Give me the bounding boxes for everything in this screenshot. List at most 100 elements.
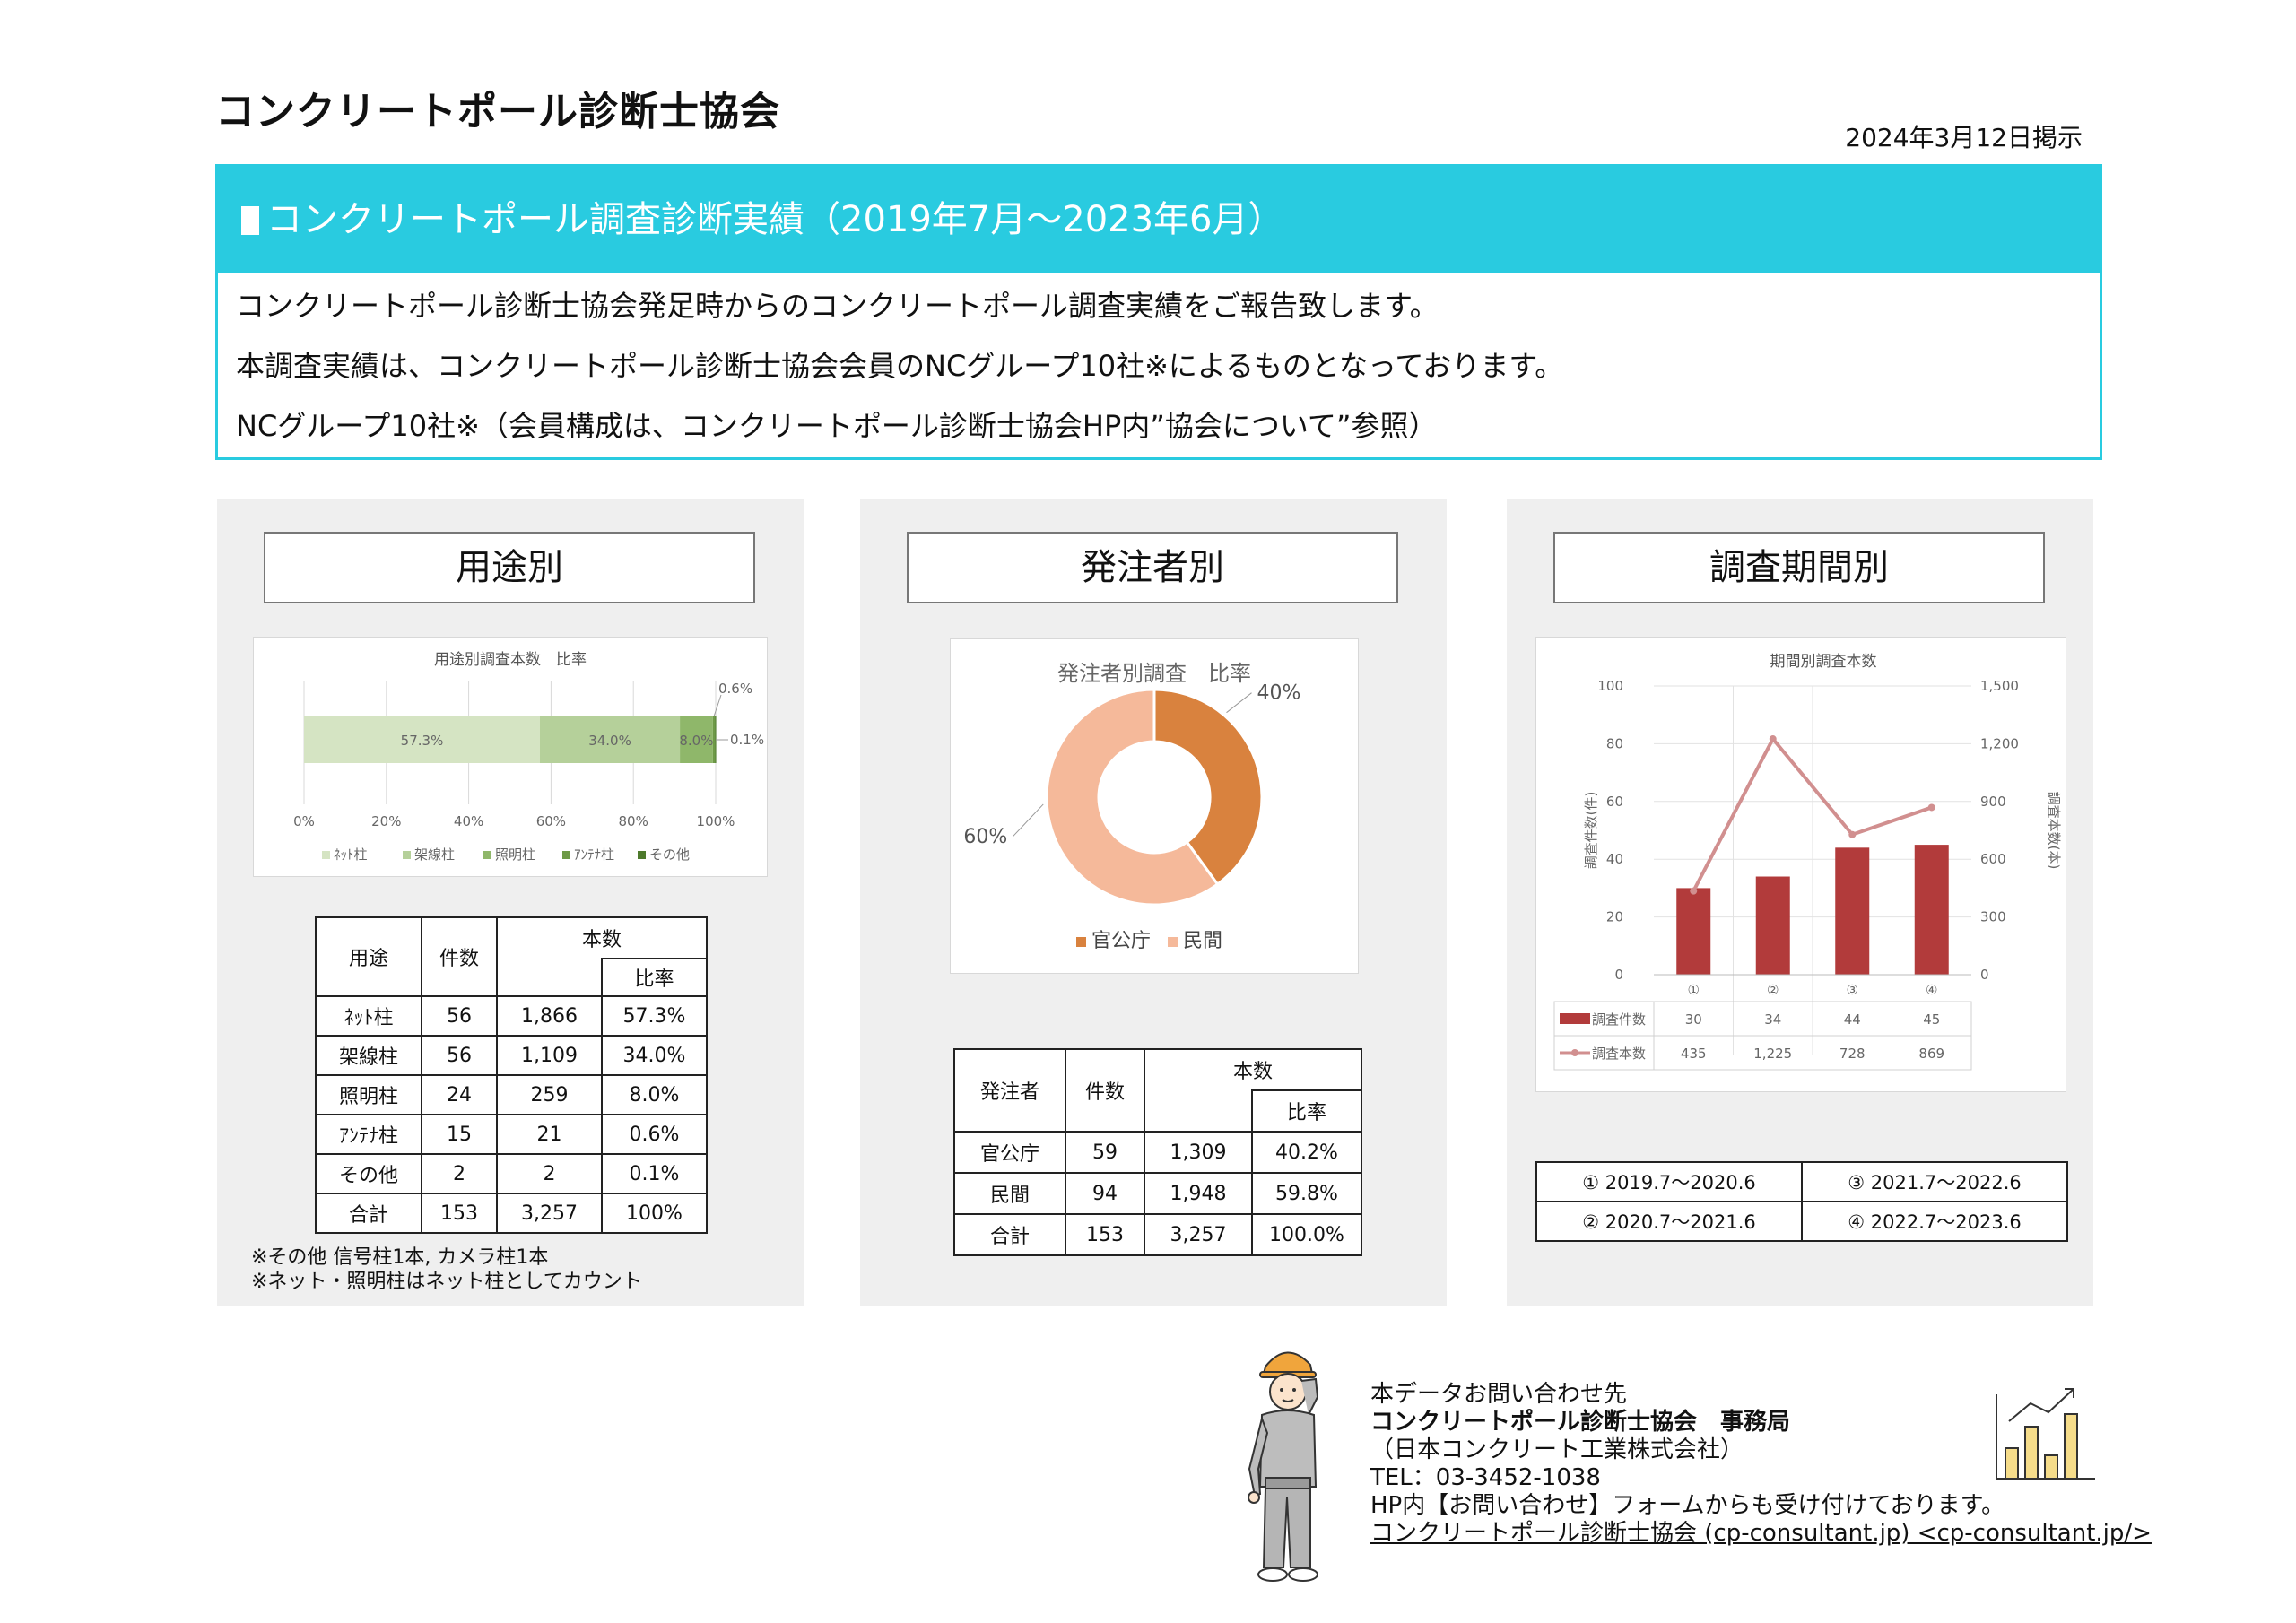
- use-cell-name: ｱﾝﾃﾅ柱: [315, 1114, 422, 1155]
- use-cell-ratio: 0.1%: [601, 1153, 708, 1194]
- donut-leader-line: [1226, 692, 1252, 714]
- use-cell-count: 56: [421, 995, 498, 1037]
- combo-bar: [1835, 847, 1870, 975]
- combo-legend-label: 調査本数: [1592, 1046, 1646, 1062]
- use-bar-label: 34.0%: [588, 733, 631, 749]
- use-legend-swatch: [562, 851, 570, 859]
- use-chart-title: 用途別調査本数 比率: [434, 651, 587, 669]
- th-count: 件数: [421, 916, 498, 997]
- period-legend-table: ① 2019.7～2020.6 ③ 2021.7～2022.6 ② 2020.7…: [1535, 1161, 2068, 1242]
- period-1: ① 2019.7～2020.6: [1535, 1161, 1803, 1202]
- th-poles-2: 本数: [1144, 1048, 1362, 1090]
- use-cell-ratio: 100%: [601, 1193, 708, 1234]
- orderer-chart-card: 発注者別調査 比率 40% 60% 官公庁 民間: [950, 638, 1359, 974]
- combo-y2-tick: 900: [1980, 794, 2006, 810]
- use-cell-count: 56: [421, 1035, 498, 1076]
- use-x-tick: 0%: [293, 813, 315, 829]
- use-legend-swatch: [638, 851, 646, 859]
- combo-data-value: 435: [1681, 1046, 1707, 1062]
- ord-row: 合計 153 3,257 100.0%: [953, 1213, 1362, 1256]
- use-cell-ratio: 0.6%: [601, 1114, 708, 1155]
- use-cell-ratio: 8.0%: [601, 1074, 708, 1115]
- use-cell-poles: 3,257: [496, 1193, 603, 1234]
- use-cell-poles: 1,866: [496, 995, 603, 1037]
- combo-data-value: 1,225: [1753, 1046, 1792, 1062]
- ord-row: 民間 94 1,948 59.8%: [953, 1172, 1362, 1215]
- period-2: ② 2020.7～2021.6: [1535, 1201, 1803, 1242]
- summary-line-3: NCグループ10社※（会員構成は、コンクリートポール診断士協会HP内”協会につい…: [236, 409, 1438, 443]
- use-bar-label: 0.6%: [718, 681, 752, 697]
- ord-cell-poles: 3,257: [1144, 1213, 1253, 1256]
- period-3: ③ 2021.7～2022.6: [1801, 1161, 2068, 1202]
- th-use: 用途: [315, 916, 422, 997]
- growth-chart-icon: [1996, 1388, 2095, 1480]
- panel-by-period: 調査期間別 期間別調査本数 0 20 40 60 80 100 0 300 600 900 1,200…: [1507, 499, 2093, 1306]
- combo-data-value: 44: [1844, 1011, 1861, 1028]
- panel-by-use: 用途別 用途別調査本数 比率 0% 20% 40% 60% 80% 100% 57.3% 34.…: [217, 499, 804, 1306]
- use-row: その他 2 2 0.1%: [315, 1153, 708, 1194]
- combo-data-value: 728: [1839, 1046, 1866, 1062]
- period-4: ④ 2022.7～2023.6: [1801, 1201, 2068, 1242]
- use-cell-count: 153: [421, 1193, 498, 1234]
- orderer-table: 発注者 件数 本数 比率 官公庁 59 1,309 40.2% 民間 94 1,948 59.…: [953, 1048, 1362, 1256]
- combo-data-value: 45: [1923, 1011, 1940, 1028]
- th-ratio: 比率: [601, 958, 708, 997]
- use-cell-count: 24: [421, 1074, 498, 1115]
- combo-y-tick: 100: [1597, 678, 1623, 694]
- period-chart-card: 期間別調査本数 0 20 40 60 80 100 0 300 600 900 1,200 1,500 調…: [1535, 637, 2066, 1092]
- combo-title: 期間別調査本数: [1770, 653, 1877, 671]
- combo-y-label: 調査件数(件): [1583, 792, 1599, 870]
- donut-label: 60%: [963, 826, 1007, 848]
- use-cell-count: 15: [421, 1114, 498, 1155]
- ord-cell-poles: 1,309: [1144, 1131, 1253, 1174]
- use-x-tick: 60%: [536, 813, 566, 829]
- donut-leader-line: [1012, 803, 1044, 838]
- donut-legend-swatch: [1168, 937, 1178, 947]
- square-bullet-icon: [241, 206, 259, 235]
- combo-line-point: [1848, 830, 1857, 838]
- panel-title-use: 用途別: [264, 532, 755, 603]
- combo-y-tick: 20: [1606, 909, 1623, 925]
- use-legend-swatch: [403, 851, 411, 859]
- ord-cell-ratio: 40.2%: [1251, 1131, 1362, 1174]
- donut-title: 発注者別調査 比率: [1057, 661, 1251, 686]
- panel-by-orderer: 発注者別 発注者別調査 比率 40% 60% 官公庁 民間 発注者 件数 本数 比率 官…: [860, 499, 1447, 1306]
- use-bar-label: 8.0%: [679, 733, 713, 749]
- use-legend-label: 照明柱: [495, 846, 535, 863]
- use-legend-label: その他: [649, 846, 690, 863]
- use-cell-ratio: 34.0%: [601, 1035, 708, 1076]
- ord-cell-name: 合計: [953, 1213, 1066, 1256]
- use-x-tick: 40%: [454, 813, 483, 829]
- th-ratio-2: 比率: [1251, 1089, 1362, 1133]
- ord-cell-count: 153: [1065, 1213, 1145, 1256]
- summary-title: コンクリートポール調査診断実績（2019年7月～2023年6月）: [266, 199, 1284, 240]
- combo-x-tick: ④: [1926, 982, 1937, 998]
- ord-cell-ratio: 59.8%: [1251, 1172, 1362, 1215]
- use-cell-poles: 1,109: [496, 1035, 603, 1076]
- use-cell-name: ﾈｯﾄ柱: [315, 995, 422, 1037]
- use-note-1: ※その他 信号柱1本, カメラ柱1本: [251, 1246, 549, 1269]
- donut-legend-label: 民間: [1183, 930, 1222, 952]
- summary-title-bar: コンクリートポール調査診断実績（2019年7月～2023年6月）: [218, 167, 2100, 273]
- combo-y2-tick: 600: [1980, 851, 2006, 867]
- combo-data-value: 869: [1918, 1046, 1944, 1062]
- use-cell-name: 架線柱: [315, 1035, 422, 1076]
- summary-box: コンクリートポール調査診断実績（2019年7月～2023年6月） コンクリートポ…: [215, 164, 2102, 460]
- combo-y-tick: 0: [1614, 967, 1623, 983]
- contact-website-link[interactable]: コンクリートポール診断士協会 (cp-consultant.jp) <cp-co…: [1370, 1520, 2152, 1548]
- use-row: 照明柱 24 259 8.0%: [315, 1074, 708, 1115]
- combo-y-tick: 80: [1606, 735, 1623, 751]
- panel-title-orderer: 発注者別: [907, 532, 1398, 603]
- use-bar-label: 0.1%: [730, 732, 764, 748]
- use-legend-label: 架線柱: [414, 846, 455, 863]
- donut-legend-swatch: [1076, 937, 1086, 947]
- use-cell-count: 2: [421, 1153, 498, 1194]
- use-notes: ※その他 信号柱1本, カメラ柱1本 ※ネット・照明柱はネット柱としてカウント: [251, 1245, 642, 1294]
- orderer-donut-chart: 発注者別調査 比率 40% 60% 官公庁 民間: [963, 661, 1300, 952]
- period-combo-chart: 期間別調査本数 0 20 40 60 80 100 0 300 600 900 1,200 1,500 調…: [1553, 653, 2062, 1071]
- use-row: ﾈｯﾄ柱 56 1,866 57.3%: [315, 995, 708, 1037]
- posted-date: 2024年3月12日掲示: [1845, 123, 2083, 152]
- use-bar-segment: [712, 716, 716, 763]
- worker-illustration: [1248, 1351, 1319, 1582]
- use-legend-label: ｱﾝﾃﾅ柱: [574, 846, 614, 863]
